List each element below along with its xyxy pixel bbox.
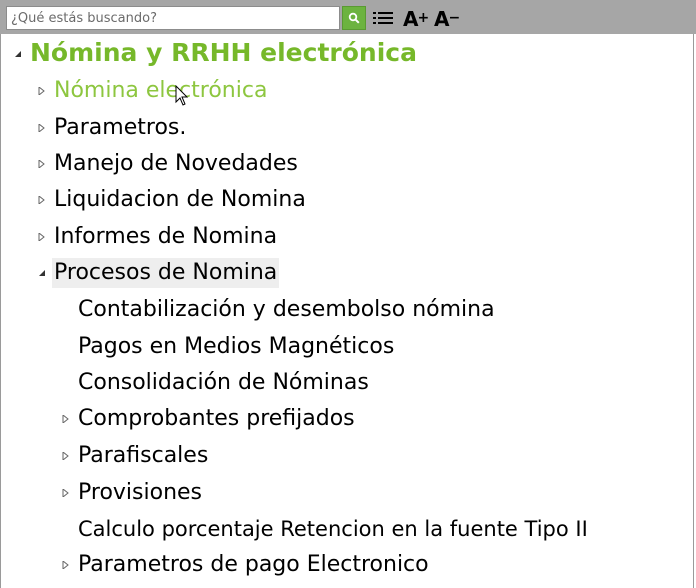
tree-child-label: Comprobantes prefijados [78, 406, 355, 431]
tree-child-label: Parafiscales [78, 443, 209, 468]
expanded-arrow-icon[interactable] [14, 50, 22, 58]
tree-item-liquidacion-nomina[interactable]: Liquidacion de Nomina [38, 185, 308, 215]
tree-item-label: Parametros. [54, 115, 187, 140]
tree-child-consolidacion[interactable]: Consolidación de Nóminas [62, 368, 371, 398]
tree-child-provisiones[interactable]: Provisiones [62, 478, 204, 508]
collapsed-arrow-icon[interactable] [38, 233, 46, 241]
increase-font-button[interactable]: A+ [403, 5, 429, 31]
collapsed-arrow-icon[interactable] [62, 561, 70, 569]
search-button[interactable] [342, 6, 366, 30]
list-icon [373, 12, 393, 24]
tree-item-nomina-electronica[interactable]: Nómina electrónica [38, 76, 269, 106]
tree-item-label: Procesos de Nomina [52, 258, 280, 288]
tree-child-label: Contabilización y desembolso nómina [78, 297, 495, 322]
tree-child-label: Pagos en Medios Magnéticos [78, 334, 395, 359]
tree-child-comprobantes[interactable]: Comprobantes prefijados [62, 404, 357, 434]
search-icon [348, 12, 360, 24]
tree-child-label: Provisiones [78, 480, 203, 505]
tree-child-medios-magneticos[interactable]: Pagos en Medios Magnéticos [62, 332, 396, 362]
tree-child-label: Consolidación de Nóminas [78, 370, 369, 395]
decrease-font-sign: − [448, 10, 460, 26]
tree-child-contabilizacion[interactable]: Contabilización y desembolso nómina [62, 295, 497, 325]
collapsed-arrow-icon[interactable] [62, 415, 70, 423]
list-view-button[interactable] [372, 8, 394, 28]
tree-child-parafiscales[interactable]: Parafiscales [62, 441, 210, 471]
tree-item-label: Informes de Nomina [54, 224, 278, 249]
collapsed-arrow-icon[interactable] [38, 124, 46, 132]
tree-item-parametros[interactable]: Parametros. [38, 113, 188, 143]
increase-font-label: A [403, 7, 419, 31]
tree-child-label: Parametros de pago Electronico [78, 552, 429, 577]
search-input[interactable] [6, 6, 340, 30]
collapsed-arrow-icon[interactable] [62, 489, 70, 497]
tree-item-procesos-nomina[interactable]: Procesos de Nomina [38, 258, 280, 288]
toolbar: A+ A− [0, 0, 696, 34]
decrease-font-label: A [434, 7, 450, 31]
decrease-font-button[interactable]: A− [434, 5, 460, 31]
expanded-arrow-icon[interactable] [38, 269, 46, 277]
tree-child-retencion[interactable]: Calculo porcentaje Retencion en la fuent… [62, 514, 590, 544]
mouse-cursor-icon [175, 85, 189, 106]
tree-root[interactable]: Nómina y RRHH electrónica [14, 38, 419, 68]
tree-item-manejo-novedades[interactable]: Manejo de Novedades [38, 149, 300, 179]
tree-root-label: Nómina y RRHH electrónica [30, 38, 417, 67]
tree-item-informes-nomina[interactable]: Informes de Nomina [38, 222, 279, 252]
collapsed-arrow-icon[interactable] [38, 196, 46, 204]
tree-child-pago-electronico[interactable]: Parametros de pago Electronico [62, 550, 431, 580]
collapsed-arrow-icon[interactable] [38, 160, 46, 168]
collapsed-arrow-icon[interactable] [38, 87, 46, 95]
tree-item-label: Liquidacion de Nomina [54, 187, 306, 212]
collapsed-arrow-icon[interactable] [62, 452, 70, 460]
tree-item-label: Manejo de Novedades [54, 151, 298, 176]
tree-child-label: Calculo porcentaje Retencion en la fuent… [78, 517, 588, 541]
increase-font-sign: + [417, 10, 429, 26]
tree-item-label: Nómina electrónica [54, 78, 268, 103]
